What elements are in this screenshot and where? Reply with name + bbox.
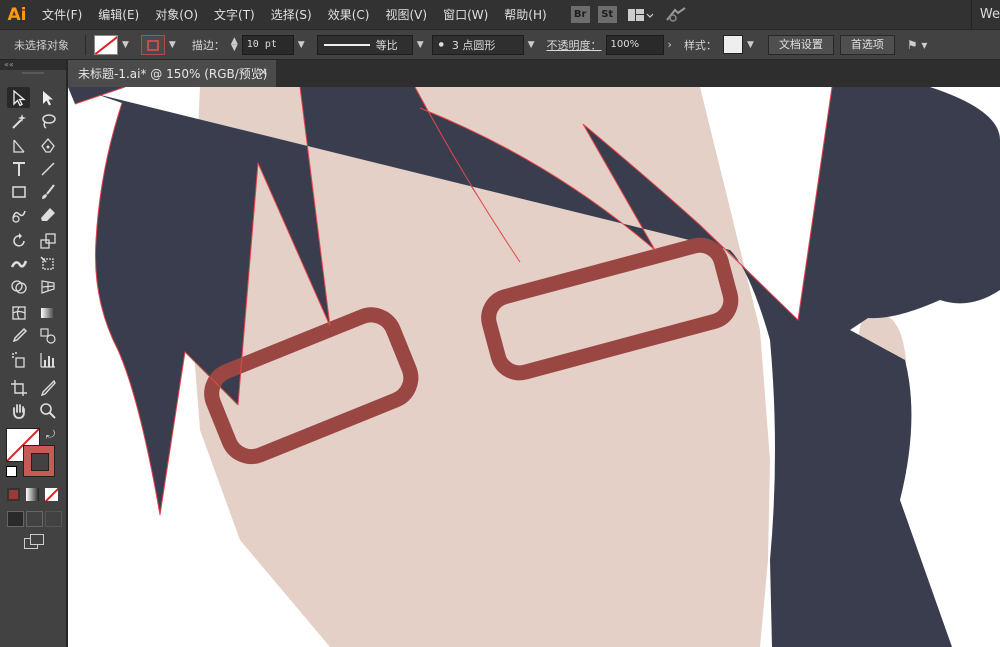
free-transform-tool-icon[interactable] bbox=[36, 253, 59, 274]
default-colors-icon[interactable] bbox=[6, 466, 17, 477]
chevron-down-icon[interactable]: ▼ bbox=[417, 40, 424, 50]
opacity-label[interactable]: 不透明度： bbox=[547, 37, 602, 53]
mesh-tool-icon[interactable] bbox=[7, 302, 30, 323]
stroke-color-indicator[interactable] bbox=[23, 445, 55, 477]
stroke-label: 描边： bbox=[191, 38, 225, 52]
blend-tool-icon[interactable] bbox=[36, 325, 59, 346]
brush-dot-icon: ● bbox=[438, 41, 444, 48]
collapse-panel-icon[interactable]: «« bbox=[0, 60, 66, 70]
menu-file[interactable]: 文件(F) bbox=[34, 6, 90, 23]
menu-edit[interactable]: 编辑(E) bbox=[90, 6, 147, 23]
selection-tool-icon[interactable] bbox=[7, 87, 30, 108]
document-setup-button[interactable]: 文档设置 bbox=[767, 34, 834, 55]
selection-status: 未选择对象 bbox=[14, 38, 69, 52]
lasso-tool-icon[interactable] bbox=[36, 110, 59, 131]
paintbrush-tool-icon[interactable] bbox=[36, 181, 59, 202]
stroke-swatch[interactable] bbox=[140, 34, 165, 55]
document-tab-bar: 未标题-1.ai* @ 150% (RGB/预览) ✕ bbox=[68, 60, 1000, 87]
close-icon[interactable]: ✕ bbox=[259, 66, 268, 79]
pen-add-tool-icon[interactable] bbox=[7, 135, 30, 156]
chevron-down-icon[interactable]: ▼ bbox=[169, 40, 176, 50]
brush-definition[interactable]: ● 3 点圆形 bbox=[431, 34, 524, 55]
draw-inside-icon[interactable] bbox=[45, 511, 62, 527]
gradient-tool-icon[interactable] bbox=[36, 302, 59, 323]
artwork bbox=[68, 87, 1000, 647]
workspace-layout-icon[interactable] bbox=[627, 7, 653, 23]
stroke-weight-field[interactable]: 10 pt bbox=[241, 34, 294, 55]
brush-label: 3 点圆形 bbox=[451, 38, 496, 52]
bridge-icon[interactable]: Br bbox=[570, 6, 590, 23]
draw-behind-icon[interactable] bbox=[26, 511, 43, 527]
artboard-tool-icon[interactable] bbox=[7, 377, 30, 398]
pen-tool-icon[interactable] bbox=[36, 135, 59, 156]
arrange-icon[interactable]: ⚑ ▾ bbox=[907, 38, 928, 52]
workspace-label: We bbox=[979, 7, 1000, 22]
artboard-canvas[interactable] bbox=[68, 87, 1000, 647]
line-profile-label: 等比 bbox=[375, 38, 398, 52]
color-mode-icon[interactable] bbox=[7, 488, 20, 501]
column-graph-tool-icon[interactable] bbox=[36, 349, 59, 370]
opacity-field[interactable]: 100% bbox=[605, 34, 664, 55]
hand-tool-icon[interactable] bbox=[7, 400, 30, 421]
zoom-tool-icon[interactable] bbox=[36, 400, 59, 421]
control-panel: 未选择对象 ▼ ▼ 描边： ▲ ▼ 10 pt ▼ 等比 ▼ ● 3 点圆形 ▼ … bbox=[0, 30, 1000, 60]
line-tool-icon[interactable] bbox=[36, 158, 59, 179]
perspective-grid-tool-icon[interactable] bbox=[36, 276, 59, 297]
gradient-mode-icon[interactable] bbox=[26, 488, 39, 501]
menu-window[interactable]: 窗口(W) bbox=[435, 6, 496, 23]
chevron-down-icon[interactable]: ▼ bbox=[528, 40, 535, 50]
chevron-down-icon[interactable]: ▼ bbox=[122, 40, 129, 50]
menu-view[interactable]: 视图(V) bbox=[377, 6, 435, 23]
menu-select[interactable]: 选择(S) bbox=[263, 6, 320, 23]
screen-mode-icon[interactable] bbox=[24, 534, 44, 549]
graphic-style-swatch[interactable] bbox=[722, 35, 743, 54]
menu-object[interactable]: 对象(O) bbox=[147, 6, 206, 23]
menu-help[interactable]: 帮助(H) bbox=[496, 6, 554, 23]
document-tab[interactable]: 未标题-1.ai* @ 150% (RGB/预览) ✕ bbox=[68, 60, 276, 87]
app-logo: Ai bbox=[7, 4, 27, 25]
shape-builder-tool-icon[interactable] bbox=[7, 276, 30, 297]
workspace-switcher[interactable]: We bbox=[970, 0, 1000, 29]
stock-icon[interactable]: St bbox=[597, 6, 617, 23]
chevron-down-icon[interactable]: ▼ bbox=[298, 40, 305, 50]
document-tab-title: 未标题-1.ai* @ 150% (RGB/预览) bbox=[78, 67, 268, 81]
style-label: 样式： bbox=[683, 38, 717, 52]
swap-colors-icon[interactable]: ⤾ bbox=[46, 428, 55, 442]
preferences-button[interactable]: 首选项 bbox=[839, 34, 895, 55]
stepper-icon[interactable]: ▲ ▼ bbox=[231, 36, 238, 52]
fill-swatch[interactable] bbox=[94, 34, 118, 55]
line-profile-icon bbox=[323, 43, 370, 46]
symbol-sprayer-tool-icon[interactable] bbox=[7, 349, 30, 370]
menu-bar: Ai 文件(F) 编辑(E) 对象(O) 文字(T) 选择(S) 效果(C) 视… bbox=[0, 0, 1000, 30]
type-tool-icon[interactable] bbox=[7, 158, 30, 179]
draw-normal-icon[interactable] bbox=[7, 511, 24, 527]
shaper-tool-icon[interactable] bbox=[7, 204, 30, 225]
eyedropper-tool-icon[interactable] bbox=[7, 325, 30, 346]
menu-type[interactable]: 文字(T) bbox=[206, 6, 263, 23]
eraser-tool-icon[interactable] bbox=[36, 204, 59, 225]
chevron-down-icon[interactable]: ▼ bbox=[747, 40, 754, 50]
slice-tool-icon[interactable] bbox=[36, 377, 59, 398]
chevron-right-icon[interactable]: › bbox=[668, 38, 672, 51]
magic-wand-tool-icon[interactable] bbox=[7, 110, 30, 131]
rotate-tool-icon[interactable] bbox=[7, 230, 30, 251]
scale-tool-icon[interactable] bbox=[36, 230, 59, 251]
menu-effect[interactable]: 效果(C) bbox=[320, 6, 378, 23]
tools-panel: «« ⤾ bbox=[0, 60, 68, 647]
none-mode-icon[interactable] bbox=[45, 488, 58, 501]
gpu-performance-icon[interactable] bbox=[665, 6, 687, 23]
direct-selection-tool-icon[interactable] bbox=[36, 87, 59, 108]
panel-grip[interactable] bbox=[22, 72, 44, 74]
rectangle-tool-icon[interactable] bbox=[7, 181, 30, 202]
width-tool-icon[interactable] bbox=[7, 253, 30, 274]
variable-width-profile[interactable]: 等比 bbox=[316, 34, 413, 55]
